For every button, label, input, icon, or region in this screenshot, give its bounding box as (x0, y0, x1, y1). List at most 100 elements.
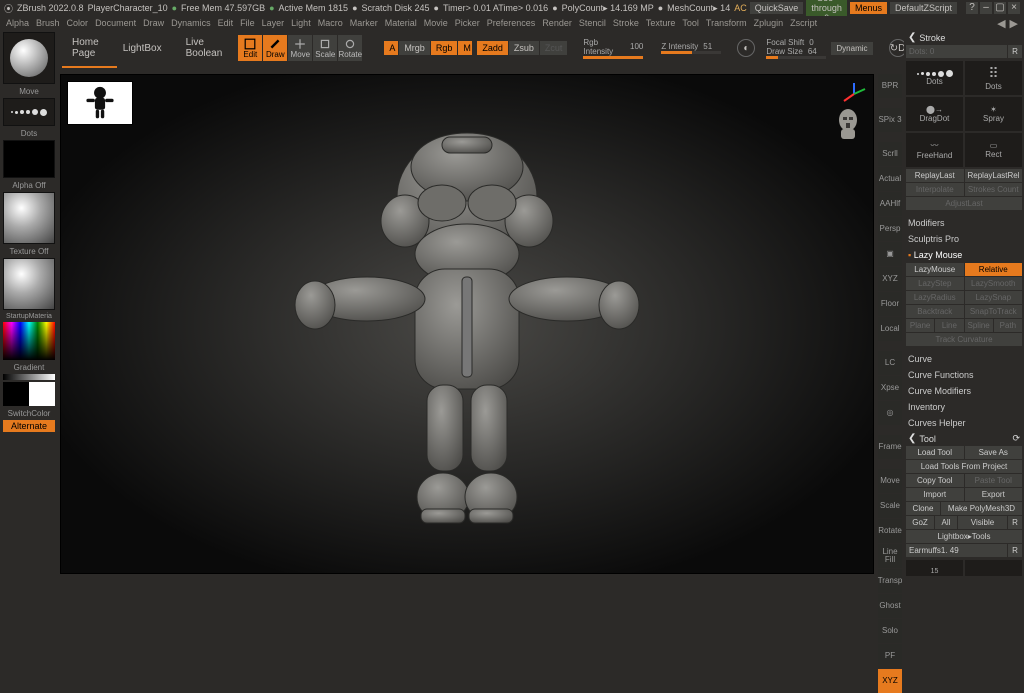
rail-persp[interactable]: Persp (878, 217, 902, 241)
lazyradius[interactable]: LazyRadius (906, 291, 964, 304)
menu-render[interactable]: Render (542, 18, 572, 28)
goz-all[interactable]: All (935, 516, 957, 529)
menu-tool[interactable]: Tool (682, 18, 699, 28)
menu-edit[interactable]: Edit (218, 18, 234, 28)
dock-left-icon[interactable]: ◀ (997, 17, 1005, 30)
lazystep[interactable]: LazyStep (906, 277, 964, 290)
sculptris-header[interactable]: Sculptris Pro (904, 231, 1024, 247)
rail-spix-3[interactable]: SPix 3 (878, 108, 902, 132)
dock-right-icon[interactable]: ▶ (1010, 17, 1018, 30)
track-curvature[interactable]: Track Curvature (906, 333, 1022, 346)
lazy-relative-btn[interactable]: Relative (965, 263, 1023, 276)
color-picker[interactable] (3, 322, 55, 360)
rail-frame[interactable]: Frame (878, 435, 902, 459)
menu-stroke[interactable]: Stroke (613, 18, 639, 28)
menu-file[interactable]: File (240, 18, 255, 28)
adjust-last-btn[interactable]: AdjustLast (906, 197, 1022, 210)
goz-visible[interactable]: Visible (958, 516, 1007, 529)
import-btn[interactable]: Import (906, 488, 964, 501)
path-btn[interactable]: Path (994, 319, 1022, 332)
stroke-dots2[interactable]: ⠿Dots (965, 61, 1022, 95)
stroke-panel-header[interactable]: ❮Stroke (904, 30, 1024, 45)
lazymouse-btn[interactable]: LazyMouse (906, 263, 964, 276)
focal-icon[interactable]: ◐ (737, 39, 755, 57)
menu-layer[interactable]: Layer (262, 18, 285, 28)
menu-zscript[interactable]: Zscript (790, 18, 817, 28)
menu-texture[interactable]: Texture (646, 18, 676, 28)
stroke-dots[interactable]: Dots (906, 61, 963, 95)
copy-tool[interactable]: Copy Tool (906, 474, 964, 487)
menu-macro[interactable]: Macro (318, 18, 343, 28)
rail-bpr[interactable]: BPR (878, 74, 902, 98)
rail-ghost[interactable]: Ghost (878, 594, 902, 618)
rgb-intensity-slider[interactable] (583, 56, 643, 59)
switch-color[interactable] (3, 382, 55, 406)
save-as[interactable]: Save As (965, 446, 1023, 459)
alpha-selector[interactable] (3, 140, 55, 178)
menu-movie[interactable]: Movie (424, 18, 448, 28)
spline-btn[interactable]: Spline (965, 319, 993, 332)
menu-preferences[interactable]: Preferences (487, 18, 536, 28)
mrgb-zcut[interactable]: Zcut (540, 41, 568, 55)
rail-rotate[interactable]: Rotate (878, 519, 902, 543)
drawsize-slider[interactable] (766, 56, 826, 59)
maximize-icon[interactable]: ▢ (994, 2, 1006, 14)
backtrack[interactable]: Backtrack (906, 305, 964, 318)
rail-floor[interactable]: Floor (878, 292, 902, 316)
tab-home[interactable]: Home Page (62, 31, 109, 65)
lightbox-tools[interactable]: Lightbox▸Tools (906, 530, 1022, 543)
rail-local[interactable]: Local (878, 317, 902, 341)
inventory-header[interactable]: Inventory (904, 399, 1024, 415)
rail-xyz[interactable]: XYZ (878, 267, 902, 291)
camera-head-icon[interactable] (833, 107, 863, 150)
menu-stencil[interactable]: Stencil (579, 18, 606, 28)
mrgb-mrgb[interactable]: Mrgb (399, 41, 430, 55)
export-btn[interactable]: Export (965, 488, 1023, 501)
paste-tool[interactable]: Paste Tool (965, 474, 1023, 487)
menu-picker[interactable]: Picker (455, 18, 480, 28)
menu-brush[interactable]: Brush (36, 18, 60, 28)
character-model[interactable] (277, 109, 657, 539)
curvemod-header[interactable]: Curve Modifiers (904, 383, 1024, 399)
modifiers-header[interactable]: Modifiers (904, 215, 1024, 231)
snaptotrack[interactable]: SnapToTrack (965, 305, 1023, 318)
strokes-count[interactable]: Strokes Count (965, 183, 1023, 196)
rail-line-fill[interactable]: Line Fill (878, 544, 902, 568)
menu-alpha[interactable]: Alpha (6, 18, 29, 28)
stroke-reset[interactable]: R (1008, 45, 1022, 58)
close-icon[interactable]: × (1008, 2, 1020, 14)
axis-gizmo-icon[interactable] (841, 81, 867, 107)
plane-btn[interactable]: Plane (906, 319, 934, 332)
menu-dynamics[interactable]: Dynamics (171, 18, 211, 28)
interpolate-btn[interactable]: Interpolate (906, 183, 964, 196)
clone-btn[interactable]: Clone (906, 502, 940, 515)
menu-light[interactable]: Light (291, 18, 311, 28)
menu-material[interactable]: Material (385, 18, 417, 28)
viewport[interactable] (60, 74, 874, 574)
gradient-strip[interactable] (3, 374, 55, 380)
curve-header[interactable]: Curve (904, 351, 1024, 367)
quicksave-button[interactable]: QuickSave (750, 2, 804, 14)
stroke-spray[interactable]: ✶Spray (965, 97, 1022, 131)
rail-xyz[interactable]: XYZ (878, 669, 902, 693)
mrgb-rgb[interactable]: Rgb (431, 41, 458, 55)
mode-edit[interactable]: Edit (238, 35, 262, 61)
menu-color[interactable]: Color (67, 18, 89, 28)
menu-marker[interactable]: Marker (350, 18, 378, 28)
mrgb-zadd[interactable]: Zadd (477, 41, 508, 55)
make-polymesh[interactable]: Make PolyMesh3D (941, 502, 1022, 515)
thumbnail-preview[interactable] (67, 81, 133, 125)
rail-lc[interactable]: LC (878, 351, 902, 375)
mode-draw[interactable]: Draw (263, 35, 287, 61)
rail-scrll[interactable]: Scrll (878, 142, 902, 166)
rail-scale[interactable]: Scale (878, 494, 902, 518)
rail-transp[interactable]: Transp (878, 569, 902, 593)
rail--[interactable]: ◎ (878, 401, 902, 425)
mrgb-m[interactable]: M (458, 41, 472, 55)
mrgb-a[interactable]: A (384, 41, 398, 55)
subtool-skin[interactable]: Skin_LeftShoelac (965, 560, 1022, 576)
rail--[interactable]: ▣ (878, 242, 902, 266)
goz-r[interactable]: R (1008, 516, 1022, 529)
stroke-dragdot[interactable]: ⬤→DragDot (906, 97, 963, 131)
alternate-button[interactable]: Alternate (3, 420, 55, 432)
